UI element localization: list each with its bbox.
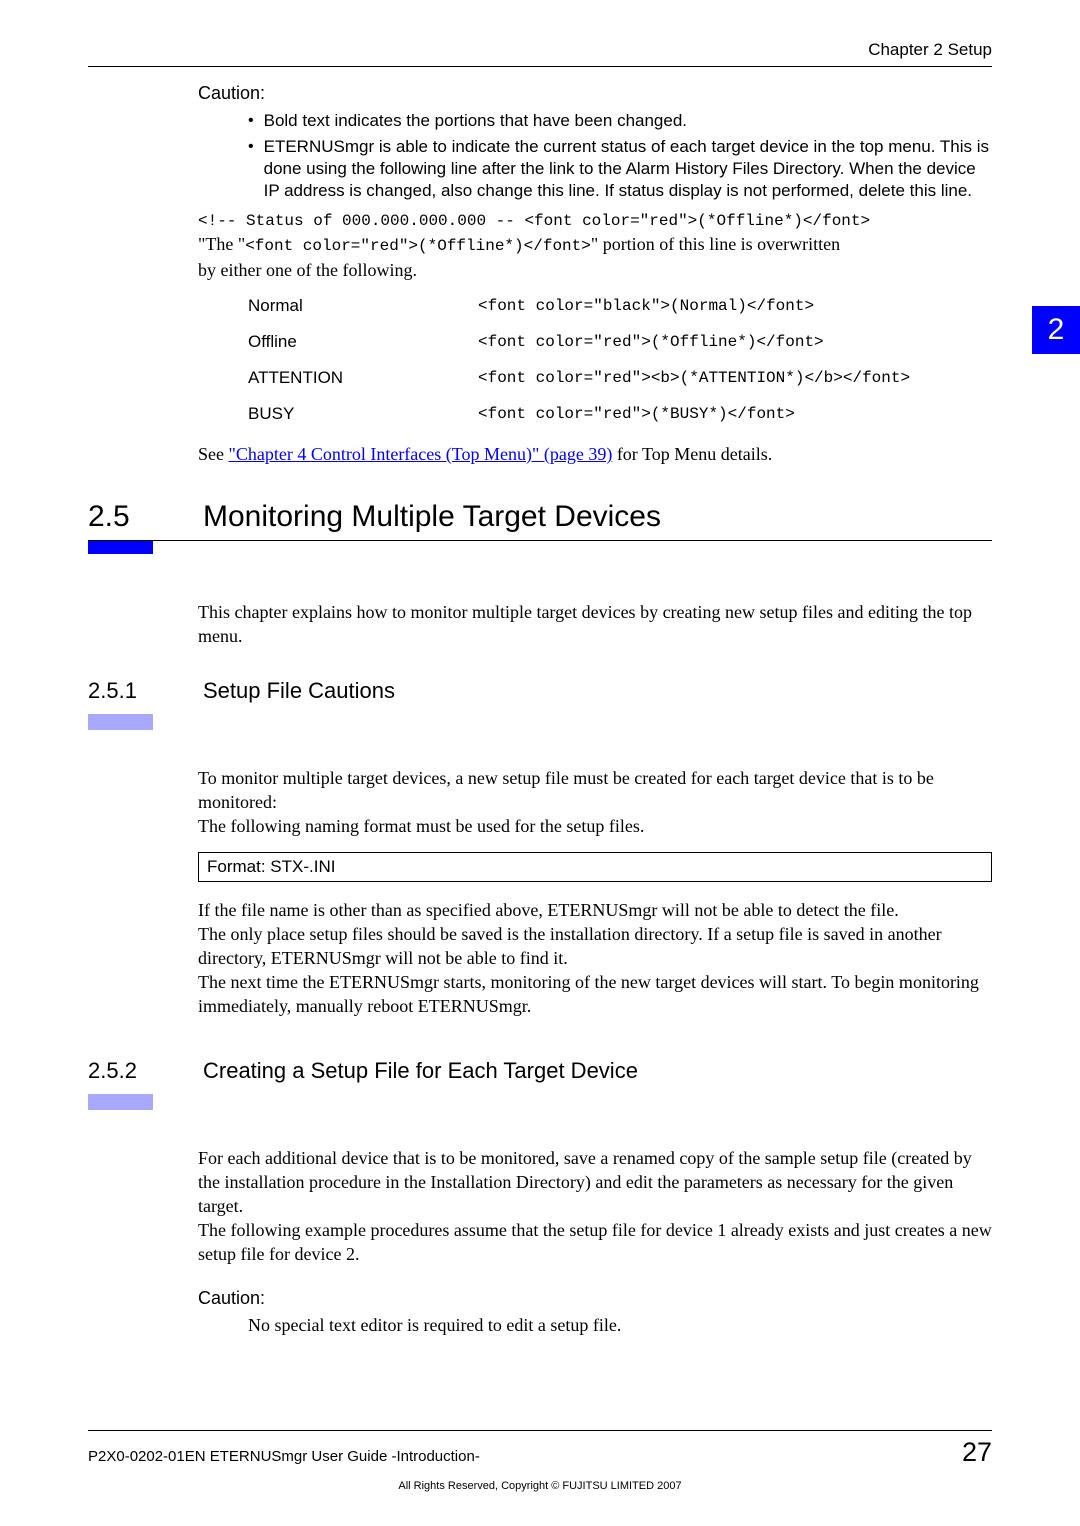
- section-2-5-2-para1: For each additional device that is to be…: [198, 1146, 992, 1266]
- bullet-dot-icon: •: [248, 110, 254, 132]
- see-reference-line: See "Chapter 4 Control Interfaces (Top M…: [198, 442, 992, 466]
- section-2-5-heading: 2.5 Monitoring Multiple Target Devices: [88, 500, 992, 554]
- status-name: ATTENTION: [248, 368, 478, 388]
- status-name: Normal: [248, 296, 478, 316]
- status-code: <font color="red"><b>(*ATTENTION*)</b></…: [478, 369, 910, 387]
- chapter-tab-badge: 2: [1032, 306, 1080, 354]
- status-name: BUSY: [248, 404, 478, 424]
- section-2-5-1-para1: To monitor multiple target devices, a ne…: [198, 766, 992, 838]
- header-rule: [88, 66, 992, 67]
- page-footer: P2X0-0202-01EN ETERNUSmgr User Guide -In…: [88, 1430, 992, 1492]
- format-box: Format: STX-.INI: [198, 852, 992, 882]
- status-explain-prefix: "The ": [198, 234, 245, 254]
- subsection-number: 2.5.2: [88, 1058, 203, 1084]
- status-row: Normal <font color="black">(Normal)</fon…: [248, 296, 992, 316]
- subsection-title: Setup File Cautions: [203, 678, 395, 704]
- section-title: Monitoring Multiple Target Devices: [203, 500, 661, 534]
- status-row: ATTENTION <font color="red"><b>(*ATTENTI…: [248, 368, 992, 388]
- status-code: <font color="black">(Normal)</font>: [478, 297, 814, 315]
- caution-2-block: Caution: No special text editor is requi…: [198, 1288, 992, 1337]
- section-2-5-2-heading: 2.5.2 Creating a Setup File for Each Tar…: [88, 1058, 992, 1110]
- status-explain-line: "The "<font color="red">(*Offline*)</fon…: [198, 232, 992, 256]
- section-underline: [88, 540, 992, 541]
- section-2-5-intro: This chapter explains how to monitor mul…: [198, 600, 992, 648]
- caution-2-text: No special text editor is required to ed…: [248, 1313, 992, 1337]
- see-prefix: See: [198, 444, 229, 464]
- status-name: Offline: [248, 332, 478, 352]
- footer-page-number: 27: [962, 1437, 992, 1468]
- status-row: Offline <font color="red">(*Offline*)</f…: [248, 332, 992, 352]
- bullet-text: Bold text indicates the portions that ha…: [264, 110, 687, 132]
- section-number: 2.5: [88, 500, 203, 534]
- status-row: BUSY <font color="red">(*BUSY*)</font>: [248, 404, 992, 424]
- caution-label-1: Caution:: [198, 83, 992, 104]
- section-2-5-1-heading: 2.5.1 Setup File Cautions: [88, 678, 992, 730]
- bullet-row: • Bold text indicates the portions that …: [248, 110, 992, 132]
- footer-copyright: All Rights Reserved, Copyright © FUJITSU…: [88, 1480, 992, 1492]
- status-code-block: <!-- Status of 000.000.000.000 -- <font …: [198, 212, 992, 282]
- see-link[interactable]: "Chapter 4 Control Interfaces (Top Menu)…: [229, 444, 613, 464]
- see-suffix: for Top Menu details.: [617, 444, 772, 464]
- footer-doc-id: P2X0-0202-01EN ETERNUSmgr User Guide -In…: [88, 1448, 480, 1465]
- bullet-text: ETERNUSmgr is able to indicate the curre…: [264, 136, 992, 202]
- page-header-chapter: Chapter 2 Setup: [88, 40, 992, 60]
- subsection-marker: [88, 714, 153, 730]
- bullet-dot-icon: •: [248, 136, 254, 158]
- subsection-marker: [88, 1094, 153, 1110]
- status-code: <font color="red">(*BUSY*)</font>: [478, 405, 795, 423]
- subsection-number: 2.5.1: [88, 678, 203, 704]
- status-explain-code: <font color="red">(*Offline*)</font>: [245, 237, 591, 255]
- subsection-title: Creating a Setup File for Each Target De…: [203, 1058, 638, 1084]
- bullet-row: • ETERNUSmgr is able to indicate the cur…: [248, 136, 992, 202]
- status-explain-line3: by either one of the following.: [198, 258, 992, 282]
- status-code: <font color="red">(*Offline*)</font>: [478, 333, 824, 351]
- status-comment-line: <!-- Status of 000.000.000.000 -- <font …: [198, 212, 992, 230]
- caution-label-2: Caution:: [198, 1288, 992, 1309]
- section-2-5-1-para2: If the file name is other than as specif…: [198, 898, 992, 1018]
- section-marker: [88, 540, 153, 554]
- status-table: Normal <font color="black">(Normal)</fon…: [248, 296, 992, 424]
- footer-rule: [88, 1430, 992, 1431]
- status-explain-suffix: " portion of this line is overwritten: [591, 234, 840, 254]
- caution-bullets: • Bold text indicates the portions that …: [248, 110, 992, 202]
